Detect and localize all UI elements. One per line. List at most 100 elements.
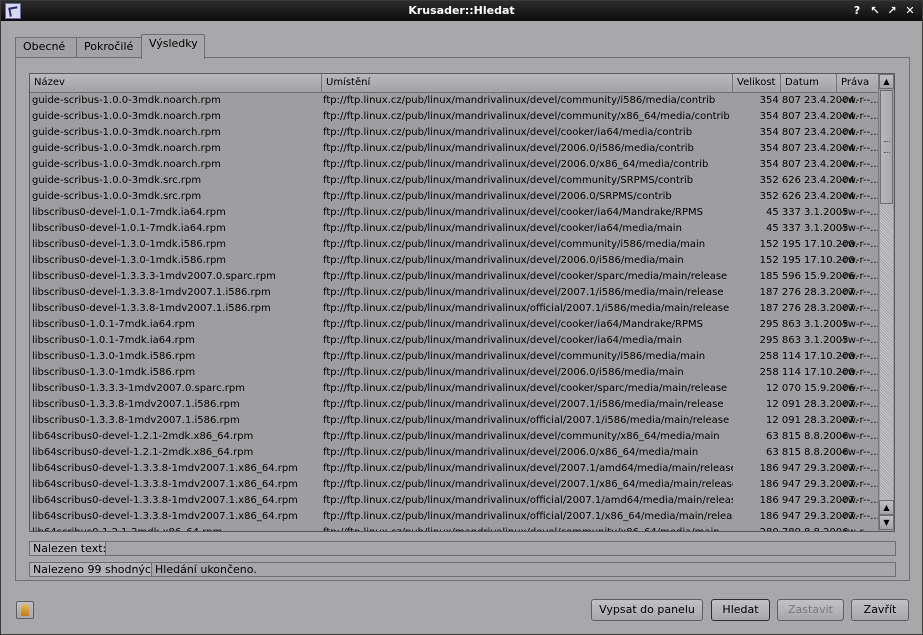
table-row[interactable]: lib64scribus0-devel-1.3.3.8-1mdv2007.1.x… xyxy=(30,461,878,477)
cell-size: 12 070 xyxy=(766,383,801,394)
table-row[interactable]: libscribus0-devel-1.0.1-7mdk.ia64.rpm ftp… xyxy=(30,205,878,221)
profile-button[interactable] xyxy=(16,601,34,619)
cell-name: lib64scribus0-1.2.1-2mdk.x86_64.rpm xyxy=(32,525,320,531)
cell-size: 63 815 xyxy=(766,431,801,442)
table-row[interactable]: guide-scribus-1.0.0-3mdk.noarch.rpm ftp:/… xyxy=(30,93,878,109)
cell-size: 12 091 xyxy=(766,415,801,426)
close-button[interactable]: Zavřít xyxy=(851,599,909,621)
found-text-label: Nalezen text: xyxy=(29,541,111,556)
cell-name: guide-scribus-1.0.0-3mdk.src.rpm xyxy=(32,191,202,202)
table-row[interactable]: lib64scribus0-devel-1.2.1-2mdk.x86_64.rp… xyxy=(30,445,878,461)
cell-permissions: -rw-r--... xyxy=(840,431,878,442)
stop-button[interactable]: Zastavit xyxy=(777,599,844,621)
cell-size: 186 947 xyxy=(759,463,801,474)
results-rows: guide-scribus-1.0.0-3mdk.noarch.rpm ftp:/… xyxy=(30,93,878,531)
cell-size: 152 195 xyxy=(759,239,801,250)
table-row[interactable]: libscribus0-1.3.3.8-1mdv2007.1.i586.rpm f… xyxy=(30,397,878,413)
cell-location: ftp://ftp.linux.cz/pub/linux/mandrivalin… xyxy=(323,367,684,378)
tab-advanced[interactable]: Pokročilé xyxy=(76,37,142,57)
table-row[interactable]: lib64scribus0-devel-1.3.3.8-1mdv2007.1.x… xyxy=(30,493,878,509)
vertical-scrollbar[interactable]: ▲ ▲ ▼ xyxy=(878,74,894,531)
table-row[interactable]: guide-scribus-1.0.0-3mdk.noarch.rpm ftp:/… xyxy=(30,109,878,125)
table-row[interactable]: libscribus0-devel-1.3.0-1mdk.i586.rpm ftp… xyxy=(30,237,878,253)
scroll-down-icon[interactable]: ▼ xyxy=(879,515,894,530)
cell-permissions: -rw-r--... xyxy=(840,159,878,170)
cell-permissions: -rw-r--... xyxy=(840,287,878,298)
cell-size: 280 789 xyxy=(734,525,801,531)
table-row[interactable]: guide-scribus-1.0.0-3mdk.noarch.rpm ftp:/… xyxy=(30,141,878,157)
cell-permissions: -rw-r--... xyxy=(840,111,878,122)
cell-permissions: -rw-r--... xyxy=(840,207,878,218)
feed-to-panel-button[interactable]: Vypsat do panelu xyxy=(591,599,703,621)
scroll-up-icon-bottom[interactable]: ▲ xyxy=(879,500,894,515)
column-header-name[interactable]: Název xyxy=(30,74,322,92)
cell-permissions: -rw-r--... xyxy=(840,223,878,234)
cell-name: lib64scribus0-devel-1.3.3.8-1mdv2007.1.x… xyxy=(32,479,298,490)
table-row[interactable]: lib64scribus0-devel-1.3.3.8-1mdv2007.1.x… xyxy=(30,477,878,493)
cell-size: 354 807 xyxy=(759,127,801,138)
cell-name: lib64scribus0-devel-1.2.1-2mdk.x86_64.rp… xyxy=(32,447,254,458)
cell-location: ftp://ftp.linux.cz/pub/linux/mandrivalin… xyxy=(323,159,709,170)
cell-name: lib64scribus0-devel-1.2.1-2mdk.x86_64.rp… xyxy=(32,431,254,442)
column-header-permissions[interactable]: Práva xyxy=(837,74,878,92)
table-row[interactable]: libscribus0-1.3.0-1mdk.i586.rpm ftp://ftp… xyxy=(30,365,878,381)
found-text-value xyxy=(105,541,896,556)
cell-name: libscribus0-devel-1.0.1-7mdk.ia64.rpm xyxy=(32,223,226,234)
table-row[interactable]: libscribus0-1.0.1-7mdk.ia64.rpm ftp://ftp… xyxy=(30,317,878,333)
search-button[interactable]: Hledat xyxy=(711,599,770,621)
table-row[interactable]: libscribus0-1.3.3.3-1mdv2007.0.sparc.rpm… xyxy=(30,381,878,397)
cell-location: ftp://ftp.linux.cz/pub/linux/mandrivalin… xyxy=(323,319,703,330)
results-header: Název Umístění Velikost Datum Práva xyxy=(30,74,878,93)
cell-permissions: -rw-r--... xyxy=(840,351,878,362)
table-row[interactable]: libscribus0-1.0.1-7mdk.ia64.rpm ftp://ftp… xyxy=(30,333,878,349)
table-row[interactable]: lib64scribus0-devel-1.2.1-2mdk.x86_64.rp… xyxy=(30,429,878,445)
table-row[interactable]: libscribus0-devel-1.3.3.8-1mdv2007.1.i58… xyxy=(30,301,878,317)
cell-location: ftp://ftp.linux.cz/pub/linux/mandrivalin… xyxy=(323,415,730,426)
table-row[interactable]: libscribus0-devel-1.3.3.8-1mdv2007.1.i58… xyxy=(30,285,878,301)
cell-location: ftp://ftp.linux.cz/pub/linux/mandrivalin… xyxy=(323,271,728,282)
column-header-date[interactable]: Datum xyxy=(781,74,837,92)
table-row[interactable]: libscribus0-1.3.0-1mdk.i586.rpm ftp://ftp… xyxy=(30,349,878,365)
cell-permissions: -rw-r--... xyxy=(840,191,878,202)
grip-icon xyxy=(884,141,890,153)
cell-size: 354 807 xyxy=(759,95,801,106)
cell-location: ftp://ftp.linux.cz/pub/linux/mandrivalin… xyxy=(323,463,733,474)
results-list[interactable]: Název Umístění Velikost Datum Práva guid… xyxy=(29,73,895,532)
cell-size: 45 337 xyxy=(766,207,801,218)
table-row[interactable]: libscribus0-devel-1.3.0-1mdk.i586.rpm ftp… xyxy=(30,253,878,269)
cell-name: guide-scribus-1.0.0-3mdk.noarch.rpm xyxy=(32,143,221,154)
table-row[interactable]: guide-scribus-1.0.0-3mdk.src.rpm ftp://ft… xyxy=(30,189,878,205)
cell-location: ftp://ftp.linux.cz/pub/linux/mandrivalin… xyxy=(323,399,724,410)
scroll-up-icon[interactable]: ▲ xyxy=(879,74,894,89)
close-icon[interactable]: ✕ xyxy=(903,4,917,18)
help-icon[interactable]: ? xyxy=(850,4,864,18)
status-state: Hledání ukončeno. xyxy=(151,562,896,577)
search-dialog: Krusader::Hledat ? ↖ ↗ ✕ Obecné Pokročil… xyxy=(0,0,923,635)
table-row[interactable]: guide-scribus-1.0.0-3mdk.noarch.rpm ftp:/… xyxy=(30,125,878,141)
table-row[interactable]: libscribus0-1.3.3.8-1mdv2007.1.i586.rpm f… xyxy=(30,413,878,429)
table-row[interactable]: guide-scribus-1.0.0-3mdk.src.rpm ftp://ft… xyxy=(30,173,878,189)
cell-size: 354 807 xyxy=(759,111,801,122)
table-row[interactable]: guide-scribus-1.0.0-3mdk.noarch.rpm ftp:/… xyxy=(30,157,878,173)
scroll-thumb[interactable] xyxy=(880,90,893,204)
maximize-icon[interactable]: ↗ xyxy=(885,4,899,18)
cell-permissions: -rw-r--... xyxy=(840,239,878,250)
table-row[interactable]: lib64scribus0-1.2.1-2mdk.x86_64.rpmftp:/… xyxy=(30,525,878,531)
cell-name: guide-scribus-1.0.0-3mdk.noarch.rpm xyxy=(32,127,221,138)
column-header-location[interactable]: Umístění xyxy=(322,74,733,92)
cell-location: ftp://ftp.linux.cz/pub/linux/mandrivalin… xyxy=(323,511,733,522)
table-row[interactable]: libscribus0-devel-1.3.3.3-1mdv2007.0.spa… xyxy=(30,269,878,285)
cell-name: lib64scribus0-devel-1.3.3.8-1mdv2007.1.x… xyxy=(32,511,298,522)
column-header-size[interactable]: Velikost xyxy=(733,74,781,92)
tab-general[interactable]: Obecné xyxy=(15,37,77,57)
tab-results[interactable]: Výsledky xyxy=(141,34,205,59)
table-row[interactable]: libscribus0-devel-1.0.1-7mdk.ia64.rpm ftp… xyxy=(30,221,878,237)
cell-location: ftp://ftp.linux.cz/pub/linux/mandrivalin… xyxy=(323,111,730,122)
cell-name: libscribus0-1.3.0-1mdk.i586.rpm xyxy=(32,367,196,378)
title-bar[interactable]: Krusader::Hledat ? ↖ ↗ ✕ xyxy=(1,1,922,21)
table-row[interactable]: lib64scribus0-devel-1.3.3.8-1mdv2007.1.x… xyxy=(30,509,878,525)
cell-location: ftp://ftp.linux.cz/pub/linux/mandrivalin… xyxy=(323,447,699,458)
shrink-icon[interactable]: ↖ xyxy=(868,4,882,18)
cell-permissions: -rw-r--... xyxy=(840,383,878,394)
cell-permissions: -rw-r--... xyxy=(840,399,878,410)
